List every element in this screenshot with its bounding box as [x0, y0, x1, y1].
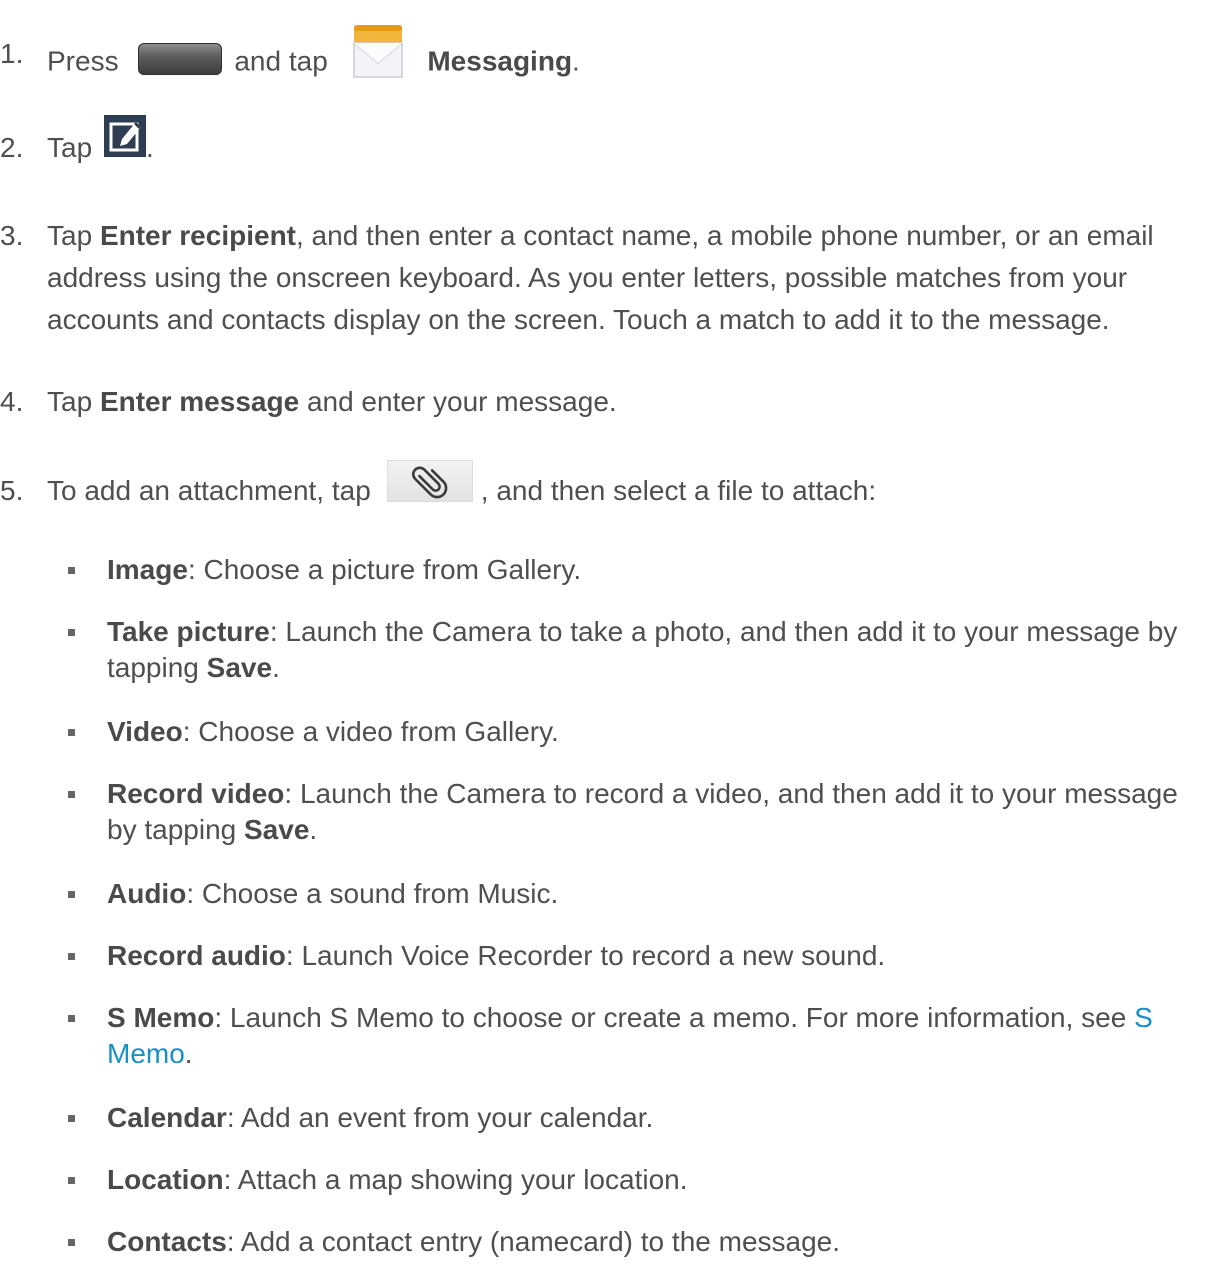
attachment-term: Contacts [107, 1226, 227, 1257]
attachment-term: Video [107, 716, 183, 747]
messaging-label: Messaging [427, 45, 573, 77]
step-text: Press [47, 45, 119, 77]
attachment-desc: : Launch Voice Recorder to record a new … [285, 940, 886, 971]
enter-recipient-label: Enter recipient [99, 220, 296, 251]
punctuation: . [145, 132, 154, 163]
bullet-icon [68, 953, 75, 960]
attachment-term: Image [107, 554, 188, 585]
step-text: , and then select a file to attach: [480, 475, 877, 506]
step-text: Tap [47, 220, 93, 251]
step-number: 2. [0, 132, 24, 163]
step-number: 1. [0, 38, 24, 69]
punctuation: . [572, 45, 580, 77]
attachment-desc: : Choose a sound from Music. [186, 878, 559, 909]
attachment-term: Calendar [107, 1102, 227, 1133]
enter-message-label: Enter message [99, 386, 300, 417]
bullet-icon [68, 791, 75, 798]
step-number: 3. [0, 220, 24, 251]
attachment-term: Location [107, 1164, 224, 1195]
attachment-term: Record video [107, 778, 285, 809]
attachment-desc: : Attach a map showing your location. [223, 1164, 688, 1195]
attachment-desc: : Add a contact entry (namecard) to the … [226, 1226, 841, 1257]
bullet-icon [68, 891, 75, 898]
attachment-term: Take picture [107, 616, 270, 647]
step-text: and enter your message. [306, 386, 617, 417]
bullet-icon [68, 629, 75, 636]
bullet-icon [68, 567, 75, 574]
step-text: and tap [234, 45, 328, 77]
punctuation: . [184, 1038, 193, 1069]
step-number: 4. [0, 386, 24, 417]
messaging-envelope-icon [348, 21, 408, 81]
attachment-desc: : Choose a picture from Gallery. [187, 554, 582, 585]
step-text: Tap [47, 132, 93, 163]
punctuation: . [309, 814, 318, 845]
bullet-icon [68, 1115, 75, 1122]
attachment-term: S Memo [107, 1002, 215, 1033]
punctuation: . [272, 652, 280, 683]
save-label: Save [244, 814, 310, 845]
compose-icon [103, 114, 146, 157]
step-text: To add an attachment, tap [47, 475, 371, 506]
attachment-desc: : Launch S Memo to choose or create a me… [214, 1002, 1127, 1033]
bullet-icon [68, 729, 75, 736]
bullet-icon [68, 1177, 75, 1184]
step-number: 5. [0, 475, 24, 506]
attachment-term: Record audio [107, 940, 286, 971]
step-text: Tap [47, 386, 93, 417]
attachment-desc: : Choose a video from Gallery. [182, 716, 559, 747]
attachment-term: Audio [107, 878, 187, 909]
save-label: Save [206, 652, 273, 683]
bullet-icon [68, 1239, 75, 1246]
paperclip-icon [386, 459, 473, 502]
bullet-icon [68, 1015, 75, 1022]
attachment-desc: : Add an event from your calendar. [226, 1102, 654, 1133]
home-key-icon [138, 43, 223, 75]
